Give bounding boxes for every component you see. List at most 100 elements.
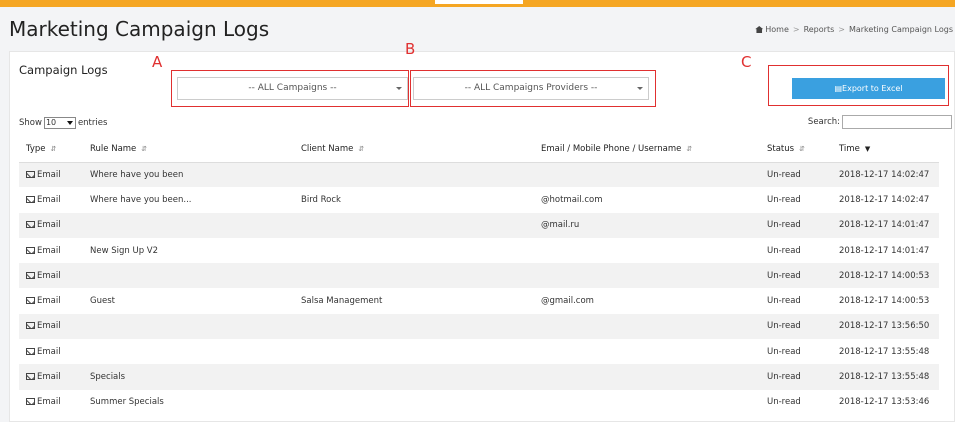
table-row[interactable]: Email Specials Un-read 2018-12-17 13:55:48 (19, 364, 939, 390)
cell-time: 2018-12-17 13:55:48 (832, 364, 939, 390)
breadcrumb-current: Marketing Campaign Logs (848, 25, 953, 34)
home-icon[interactable] (755, 26, 764, 33)
sort-icon: ⇵ (686, 145, 693, 154)
envelope-icon (26, 195, 35, 203)
search-label: Search: (807, 117, 840, 127)
cell-type: Email (19, 364, 83, 390)
envelope-icon (26, 322, 35, 330)
chevron-down-icon (396, 87, 402, 90)
cell-time: 2018-12-17 14:02:47 (832, 162, 939, 188)
entries-length-select[interactable]: 10 (43, 117, 76, 129)
cell-status: Un-read (760, 364, 832, 390)
cell-status: Un-read (767, 296, 801, 307)
table-row[interactable]: Email New Sign Up V2 Un-read 2018-12-17 14:… (19, 238, 939, 263)
show-entries-control: Show 10 entries (19, 117, 107, 129)
table-row[interactable]: Email @mail.ru Un-read 2018-12-17 14:01:47 (19, 212, 939, 238)
breadcrumb-separator: > (838, 25, 845, 34)
table-row[interactable]: Email Un-read 2018-12-17 14:00:53 (19, 263, 939, 289)
header-client-name[interactable]: Client Name ⇵ (294, 137, 534, 163)
cell-client-name (294, 212, 534, 238)
cell-time: 2018-12-17 14:02:47 (839, 194, 930, 205)
header-time[interactable]: Time ▼ (832, 137, 939, 163)
envelope-icon (26, 170, 35, 178)
envelope-icon (26, 347, 35, 355)
cell-status: Un-read (760, 162, 832, 188)
table-row[interactable]: Email Guest Salsa Management @gmail.com Un-r… (19, 288, 939, 313)
provider-select[interactable]: -- ALL Campaigns Providers -- (413, 77, 649, 100)
cell-type: Email (19, 390, 83, 415)
cell-type: Email (19, 339, 83, 364)
cell-status: Un-read (760, 263, 832, 289)
caret-down-icon (66, 121, 73, 125)
campaign-select-value: -- ALL Campaigns -- (248, 83, 337, 93)
cell-rule-name: Specials (83, 364, 294, 390)
file-excel-icon: ▤ (834, 84, 843, 93)
cell-email (534, 339, 760, 364)
show-label: Show (19, 118, 42, 128)
page-title: Marketing Campaign Logs (9, 17, 270, 41)
sort-icon: ⇵ (141, 145, 148, 154)
header-type[interactable]: Type ⇵ (19, 137, 83, 163)
cell-rule-name: Summer Specials (90, 397, 164, 408)
table-row[interactable]: Email Summer Specials Un-read 2018-12-17 13… (19, 390, 939, 415)
annotation-a: A (152, 53, 163, 71)
cell-rule-name (83, 339, 294, 364)
breadcrumb-separator: > (792, 25, 800, 34)
table-row[interactable]: Email Where have you been Un-read 2018-12-1… (19, 162, 939, 188)
sort-desc-icon: ▼ (864, 145, 871, 154)
chevron-down-icon (637, 87, 643, 90)
table-row[interactable]: Email Where have you been... Bird Rock @hot… (19, 187, 939, 212)
cell-email (534, 364, 760, 390)
cell-client-name (294, 390, 534, 415)
cell-status: Un-read (767, 397, 801, 408)
search-input[interactable] (842, 115, 952, 129)
header-email[interactable]: Email / Mobile Phone / Username ⇵ (534, 137, 760, 163)
cell-time: 2018-12-17 13:53:46 (839, 397, 930, 408)
cell-client-name (294, 364, 534, 390)
cell-status: Un-read (767, 194, 801, 205)
cell-status: Un-read (760, 313, 832, 340)
annotation-b: B (405, 40, 416, 58)
cell-email (534, 263, 760, 289)
export-to-excel-button[interactable]: ▤Export to Excel (792, 78, 945, 99)
top-accent-bar (0, 0, 955, 7)
sort-icon: ⇵ (50, 145, 57, 154)
breadcrumb-reports[interactable]: Reports (804, 25, 835, 34)
cell-status: Un-read (767, 245, 801, 256)
annotation-c: C (741, 53, 752, 71)
cell-status: Un-read (760, 212, 832, 238)
table-row[interactable]: Email Un-read 2018-12-17 13:56:50 (19, 313, 939, 340)
campaign-logs-table: Type ⇵ Rule Name ⇵ Client Name ⇵ Email / Mo… (19, 137, 939, 415)
cell-type: Email (19, 313, 83, 340)
cell-email (534, 162, 760, 188)
breadcrumb: Home > Reports > Marketing Campaign Logs (755, 25, 953, 34)
cell-rule-name: Guest (90, 296, 115, 307)
sort-icon: ⇵ (799, 145, 805, 154)
provider-select-value: -- ALL Campaigns Providers -- (464, 83, 598, 93)
cell-email (534, 238, 760, 263)
cell-rule-name (83, 212, 294, 238)
campaign-select[interactable]: -- ALL Campaigns -- (177, 77, 408, 100)
table-search: Search: (808, 115, 952, 129)
cell-time: 2018-12-17 14:00:53 (839, 296, 930, 307)
cell-status: Un-read (767, 346, 801, 357)
cell-rule-name: New Sign Up V2 (90, 245, 159, 256)
envelope-icon (26, 398, 35, 406)
cell-client-name (294, 263, 534, 289)
cell-rule-name (83, 263, 294, 289)
cell-client-name (294, 162, 534, 188)
cell-client-name: Bird Rock (301, 194, 341, 205)
cell-client-name: Salsa Management (301, 296, 383, 307)
table-row[interactable]: Email Un-read 2018-12-17 13:55:48 (19, 339, 939, 364)
header-rule-name[interactable]: Rule Name ⇵ (83, 137, 294, 163)
cell-type: Email (19, 288, 83, 313)
header-status[interactable]: Status ⇵ (760, 137, 832, 163)
cell-email (534, 390, 760, 415)
cell-client-name (294, 339, 534, 364)
envelope-icon (26, 271, 35, 279)
breadcrumb-home[interactable]: Home (765, 25, 789, 34)
cell-rule-name (83, 313, 294, 340)
envelope-icon (26, 297, 35, 305)
cell-email: @gmail.com (541, 296, 594, 307)
top-active-tab[interactable] (435, 0, 523, 4)
